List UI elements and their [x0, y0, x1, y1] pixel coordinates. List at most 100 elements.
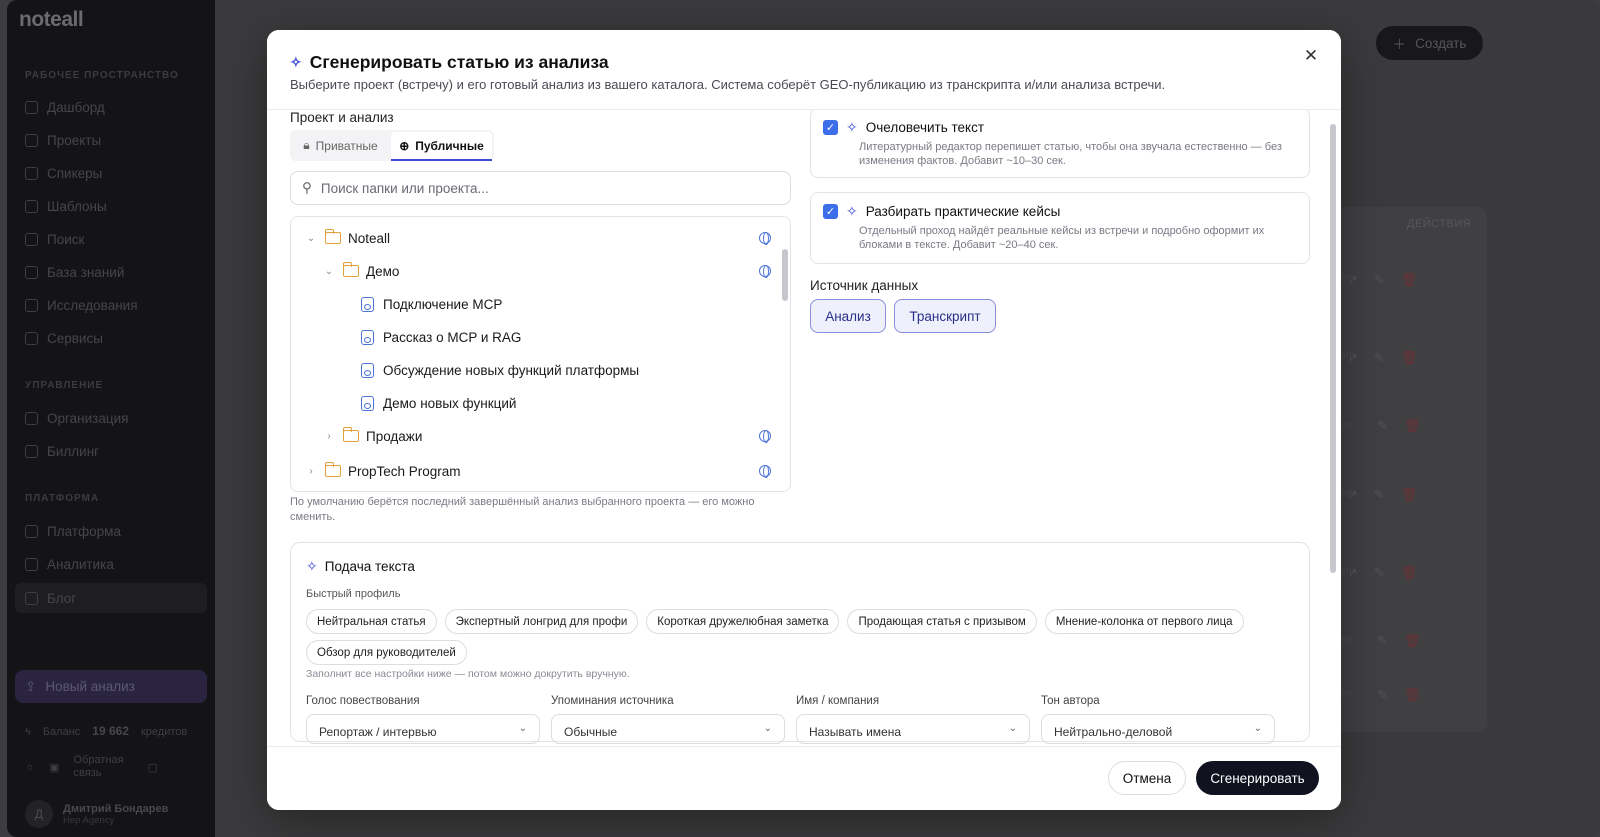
- field-label: Упоминания источника: [551, 695, 674, 707]
- chevron-right-icon[interactable]: ›: [305, 466, 317, 477]
- sidebar-item-blog[interactable]: Блог: [15, 583, 207, 613]
- modal-body: Проект и анализ 🔒︎ Приватные ⊕ Публичные ⚲…: [267, 110, 1341, 746]
- trash-icon[interactable]: 🗑: [1404, 418, 1421, 434]
- modal-header: ✧ Сгенерировать статью из анализа Выбери…: [267, 30, 1341, 110]
- edit-icon[interactable]: ✎: [1377, 687, 1388, 703]
- profile-chips: Нейтральная статья Экспертный лонгрид дл…: [306, 609, 1296, 665]
- tree-project[interactable]: Обсуждение новых функций платформы: [361, 355, 771, 385]
- collapse-icon[interactable]: ▢: [148, 761, 158, 774]
- field-label: Тон автора: [1041, 695, 1100, 707]
- sidebar-item-platform[interactable]: Платформа: [25, 524, 121, 539]
- gift-icon[interactable]: ▣: [49, 761, 59, 774]
- sidebar-item-search[interactable]: Поиск: [25, 232, 84, 247]
- source-analysis-button[interactable]: Анализ: [810, 299, 886, 333]
- profile-chip[interactable]: Продающая статья с призывом: [847, 609, 1037, 634]
- style-hint: Заполнит все настройки ниже — потом можн…: [306, 668, 630, 680]
- tree-folder-proptech[interactable]: › PropTech Program: [305, 456, 771, 486]
- edit-icon[interactable]: ✎: [1377, 418, 1388, 434]
- user-name: Дмитрий Бондарев: [63, 802, 169, 815]
- new-analysis-button[interactable]: ⇪ Новый анализ: [15, 670, 207, 703]
- sidebar-item-knowledge-base[interactable]: База знаний: [25, 265, 124, 280]
- sidebar-item-dashboard[interactable]: Дашборд: [25, 100, 105, 115]
- profile-chip[interactable]: Обзор для руководителей: [306, 640, 467, 665]
- sidebar-item-templates[interactable]: Шаблоны: [25, 199, 107, 214]
- trash-icon[interactable]: 🗑: [1404, 633, 1421, 649]
- table-cell-fragment: зя: [1340, 418, 1352, 432]
- chart-icon: [25, 558, 38, 571]
- sidebar-section-platform: ПЛАТФОРМА: [25, 493, 100, 504]
- tree-project[interactable]: Подключение MCP: [361, 289, 771, 319]
- tree-scrollbar[interactable]: [782, 249, 788, 301]
- chevron-right-icon[interactable]: ›: [323, 431, 335, 442]
- humanize-checkbox[interactable]: ✓: [823, 120, 838, 135]
- profile-chip[interactable]: Короткая дружелюбная заметка: [646, 609, 840, 634]
- modal-scroll-thumb[interactable]: [1330, 124, 1336, 573]
- chevron-down-icon[interactable]: ⌄: [323, 266, 335, 277]
- cases-checkbox[interactable]: ✓: [823, 204, 838, 219]
- modal-footer: Отмена Сгенерировать: [267, 746, 1341, 810]
- narration-voice-select[interactable]: Репортаж / интервью ⌄: [306, 714, 540, 744]
- trash-icon[interactable]: 🗑: [1401, 350, 1418, 366]
- source-transcript-button[interactable]: Транскрипт: [894, 299, 996, 333]
- tree-folder-sales[interactable]: › Продажи: [323, 421, 771, 451]
- close-icon[interactable]: ✕: [1299, 44, 1323, 68]
- profile-chip[interactable]: Мнение-колонка от первого лица: [1044, 609, 1244, 634]
- book-icon: [25, 266, 38, 279]
- tree-folder-demo[interactable]: ⌄ Демо: [323, 256, 771, 286]
- search-input[interactable]: [320, 180, 761, 196]
- chevron-down-icon[interactable]: ⌄: [305, 233, 317, 244]
- edit-icon[interactable]: ✎: [1377, 633, 1388, 649]
- lock-icon: 🔒︎: [303, 138, 310, 152]
- meeting-doc-icon: [361, 329, 374, 345]
- author-tone-select[interactable]: Нейтрально-деловой ⌄: [1041, 714, 1275, 744]
- source-mentions-select[interactable]: Обычные ⌄: [551, 714, 785, 744]
- cancel-button[interactable]: Отмена: [1108, 761, 1186, 795]
- folder-icon: [342, 427, 359, 442]
- trash-icon[interactable]: 🗑: [1401, 272, 1418, 288]
- generate-button[interactable]: Сгенерировать: [1196, 761, 1319, 795]
- table-cell-fragment: зя: [1340, 686, 1352, 700]
- tab-public[interactable]: ⊕ Публичные: [391, 132, 492, 161]
- edit-icon[interactable]: ✎: [1374, 350, 1385, 366]
- trash-icon[interactable]: 🗑: [1404, 687, 1421, 703]
- sidebar-item-projects[interactable]: Проекты: [25, 133, 101, 148]
- project-label: Проект и анализ: [290, 110, 394, 125]
- external-link-icon[interactable]: ↗: [1347, 350, 1358, 366]
- trash-icon[interactable]: 🗑: [1401, 487, 1418, 503]
- sidebar-item-billing[interactable]: Биллинг: [25, 444, 99, 459]
- sidebar-item-analytics[interactable]: Аналитика: [25, 557, 114, 572]
- card-icon: [25, 445, 38, 458]
- trash-icon[interactable]: 🗑: [1401, 565, 1418, 581]
- layers-icon: [25, 525, 38, 538]
- tree-project[interactable]: Демо новых функций: [361, 388, 771, 418]
- user-profile[interactable]: Д Дмитрий Бондарев Hep Agency: [25, 800, 168, 828]
- external-link-icon[interactable]: ↗: [1347, 565, 1358, 581]
- feedback-link[interactable]: Обратная связь: [74, 754, 134, 780]
- sidebar-item-speakers[interactable]: Спикеры: [25, 166, 102, 181]
- style-title: ✧ Подача текста: [306, 558, 415, 574]
- name-company-select[interactable]: Называть имена ⌄: [796, 714, 1030, 744]
- tab-private[interactable]: 🔒︎ Приватные: [290, 130, 391, 161]
- edit-icon[interactable]: ✎: [1374, 487, 1385, 503]
- external-link-icon[interactable]: ↗: [1347, 272, 1358, 288]
- actions-header: ДЕЙСТВИЯ: [1407, 218, 1472, 230]
- create-button[interactable]: ＋ Создать: [1376, 26, 1483, 60]
- external-link-icon[interactable]: ↗: [1347, 487, 1358, 503]
- modal-scrollbar[interactable]: [1330, 124, 1336, 604]
- profile-chip[interactable]: Экспертный лонгрид для профи: [444, 609, 639, 634]
- edit-icon[interactable]: ✎: [1374, 272, 1385, 288]
- sidebar-item-organization[interactable]: Организация: [25, 411, 128, 426]
- tree-folder-noteall[interactable]: ⌄ Noteall: [305, 223, 771, 253]
- tree-project[interactable]: Рассказ о MCP и RAG: [361, 322, 771, 352]
- sun-icon[interactable]: ☼: [25, 761, 35, 773]
- table-row: ✎ 🗑: [1377, 687, 1420, 703]
- sidebar-item-services[interactable]: Сервисы: [25, 331, 103, 346]
- template-icon: [25, 200, 38, 213]
- sidebar-item-research[interactable]: Исследования: [25, 298, 138, 313]
- edit-icon[interactable]: ✎: [1374, 565, 1385, 581]
- profile-chip[interactable]: Нейтральная статья: [306, 609, 437, 634]
- flask-icon: [25, 299, 38, 312]
- users-icon: [25, 167, 38, 180]
- folder-icon: [324, 229, 341, 244]
- upload-icon: ⇪: [25, 678, 37, 694]
